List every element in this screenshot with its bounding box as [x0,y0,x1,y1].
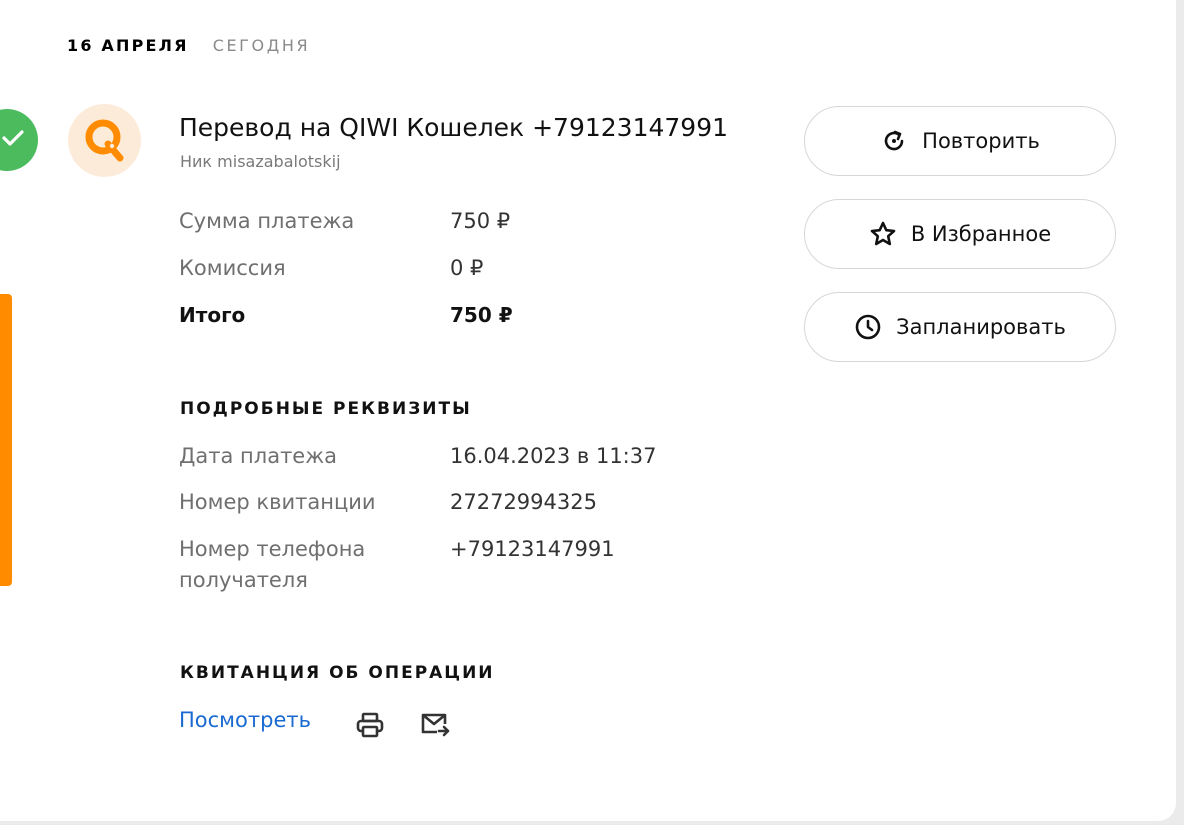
total-label: Итого [179,303,246,327]
star-icon [869,220,897,248]
check-icon [2,129,24,151]
payment-title: Перевод на QIWI Кошелек +79123147991 [179,113,729,142]
view-receipt-link[interactable]: Посмотреть [179,708,311,732]
feedback-side-tab[interactable] [0,294,12,586]
qiwi-logo-icon [82,116,128,166]
repeat-button-label: Повторить [922,129,1040,153]
details-label: Дата платежа [179,444,338,468]
details-label: Номер квитанции [179,490,376,514]
recipient-nick: Ник misazabalotskij [180,152,341,171]
payment-card: 16 АПРЕЛЯ СЕГОДНЯ Перевод на QIWI Кошеле… [0,0,1176,821]
total-value: 750 ₽ [450,303,513,327]
amount-row: Сумма платежа 750 ₽ [179,209,510,233]
details-value: 16.04.2023 в 11:37 [450,444,657,468]
refresh-icon [880,127,908,155]
commission-row: Комиссия 0 ₽ [179,256,483,280]
relative-date-label: СЕГОДНЯ [212,36,311,55]
schedule-button-label: Запланировать [896,315,1066,339]
receipt-title: КВИТАНЦИЯ ОБ ОПЕРАЦИИ [180,663,495,683]
amount-label: Сумма платежа [179,209,355,233]
details-label: Номер телефона получателя [179,537,366,592]
details-row: Номер квитанции 27272994325 [179,487,597,518]
commission-label: Комиссия [179,256,286,280]
details-value: 27272994325 [450,490,597,514]
date-header: 16 АПРЕЛЯ СЕГОДНЯ [67,36,310,55]
total-row: Итого 750 ₽ [179,303,513,327]
repeat-button[interactable]: Повторить [804,106,1116,176]
commission-value: 0 ₽ [450,256,484,280]
details-row: Дата платежа 16.04.2023 в 11:37 [179,441,656,472]
schedule-button[interactable]: Запланировать [804,292,1116,362]
clock-icon [854,313,882,341]
qiwi-logo [68,104,141,177]
amount-value: 750 ₽ [450,209,511,233]
date-label: 16 АПРЕЛЯ [67,36,189,55]
success-status [0,109,38,171]
details-title: ПОДРОБНЫЕ РЕКВИЗИТЫ [180,399,472,419]
print-icon[interactable] [355,710,385,740]
add-to-favorites-button[interactable]: В Избранное [804,199,1116,269]
favorites-button-label: В Избранное [910,222,1052,246]
details-value: +79123147991 [450,537,615,561]
email-forward-icon[interactable] [420,710,450,740]
details-row: Номер телефона получателя +79123147991 [179,534,615,596]
